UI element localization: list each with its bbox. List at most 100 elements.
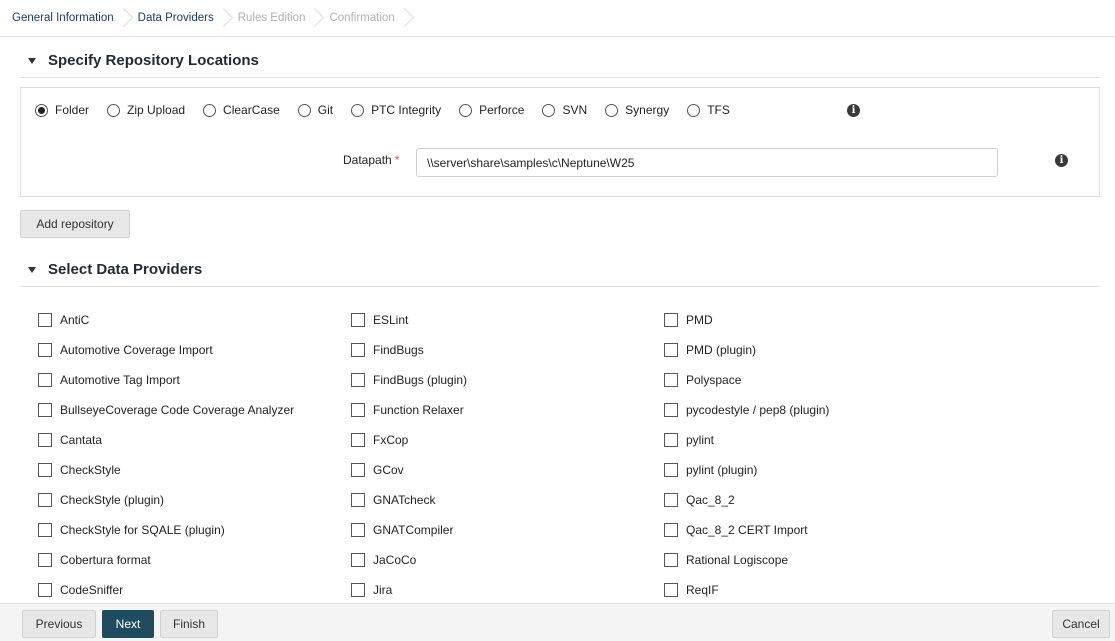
next-button[interactable]: Next: [102, 610, 154, 638]
provider-checkbox-item[interactable]: PMD: [664, 305, 829, 335]
providers-column-2: ESLint FindBugs FindBugs (plugin) Function …: [351, 305, 467, 605]
provider-checkbox-item[interactable]: Qac_8_2 CERT Import: [664, 515, 829, 545]
checkbox[interactable]: [664, 523, 678, 537]
checkbox[interactable]: [38, 583, 52, 597]
provider-label: pylint (plugin): [686, 463, 758, 477]
provider-checkbox-item[interactable]: pycodestyle / pep8 (plugin): [664, 395, 829, 425]
radio-label: Synergy: [625, 103, 670, 117]
provider-checkbox-item[interactable]: PMD (plugin): [664, 335, 829, 365]
provider-label: GNATCompiler: [373, 523, 454, 537]
provider-checkbox-item[interactable]: Qac_8_2: [664, 485, 829, 515]
checkbox[interactable]: [351, 553, 365, 567]
checkbox[interactable]: [351, 313, 365, 327]
checkbox[interactable]: [38, 373, 52, 387]
provider-checkbox-item[interactable]: FxCop: [351, 425, 467, 455]
provider-checkbox-item[interactable]: Cantata: [38, 425, 294, 455]
radio-tfs[interactable]: TFS: [687, 103, 730, 117]
datapath-info-icon[interactable]: i: [1055, 154, 1068, 167]
checkbox[interactable]: [351, 373, 365, 387]
wizard-footer: Previous Next Finish Cancel: [0, 603, 1115, 641]
datapath-input[interactable]: [416, 148, 998, 177]
checkbox[interactable]: [664, 583, 678, 597]
provider-checkbox-item[interactable]: Polyspace: [664, 365, 829, 395]
checkbox[interactable]: [351, 343, 365, 357]
provider-label: Rational Logiscope: [686, 553, 789, 567]
provider-checkbox-item[interactable]: GNATCompiler: [351, 515, 467, 545]
radio-synergy[interactable]: Synergy: [605, 103, 669, 117]
radio-ptc-integrity[interactable]: PTC Integrity: [351, 103, 441, 117]
chevron-right-icon: [218, 7, 228, 29]
provider-checkbox-item[interactable]: AntiC: [38, 305, 294, 335]
provider-checkbox-item[interactable]: Automotive Tag Import: [38, 365, 294, 395]
provider-label: AntiC: [60, 313, 90, 327]
provider-checkbox-item[interactable]: Jira: [351, 575, 467, 605]
info-icon[interactable]: i: [847, 104, 860, 117]
checkbox[interactable]: [38, 433, 52, 447]
radio-label: Zip Upload: [127, 103, 186, 117]
checkbox[interactable]: [664, 373, 678, 387]
radio-circle-icon: [605, 103, 619, 117]
radio-label: Git: [317, 103, 334, 117]
provider-checkbox-item[interactable]: Rational Logiscope: [664, 545, 829, 575]
radio-zip-upload[interactable]: Zip Upload: [107, 103, 185, 117]
checkbox[interactable]: [664, 313, 678, 327]
checkbox[interactable]: [664, 403, 678, 417]
radio-clearcase[interactable]: ClearCase: [203, 103, 280, 117]
provider-label: ReqIF: [686, 583, 719, 597]
datapath-label: Datapath *: [343, 153, 400, 167]
provider-checkbox-item[interactable]: FindBugs: [351, 335, 467, 365]
checkbox[interactable]: [38, 313, 52, 327]
finish-button[interactable]: Finish: [160, 610, 218, 638]
checkbox[interactable]: [351, 463, 365, 477]
provider-checkbox-item[interactable]: ReqIF: [664, 575, 829, 605]
checkbox[interactable]: [38, 463, 52, 477]
radio-folder[interactable]: Folder: [35, 103, 89, 117]
radio-label: TFS: [707, 103, 730, 117]
checkbox[interactable]: [38, 523, 52, 537]
provider-checkbox-item[interactable]: Cobertura format: [38, 545, 294, 575]
providers-section-header[interactable]: Select Data Providers: [28, 261, 202, 278]
provider-checkbox-item[interactable]: GNATcheck: [351, 485, 467, 515]
provider-checkbox-item[interactable]: CheckStyle for SQALE (plugin): [38, 515, 294, 545]
checkbox[interactable]: [38, 493, 52, 507]
add-repository-button[interactable]: Add repository: [20, 210, 130, 238]
provider-checkbox-item[interactable]: Function Relaxer: [351, 395, 467, 425]
checkbox[interactable]: [38, 403, 52, 417]
provider-checkbox-item[interactable]: JaCoCo: [351, 545, 467, 575]
breadcrumb-step-data-providers[interactable]: Data Providers: [132, 7, 232, 29]
provider-checkbox-item[interactable]: CheckStyle: [38, 455, 294, 485]
radio-circle-icon: [542, 103, 556, 117]
repo-section-header[interactable]: Specify Repository Locations: [28, 52, 259, 69]
checkbox[interactable]: [351, 523, 365, 537]
radio-svn[interactable]: SVN: [542, 103, 587, 117]
cancel-button[interactable]: Cancel: [1052, 610, 1110, 638]
checkbox[interactable]: [351, 403, 365, 417]
provider-checkbox-item[interactable]: ESLint: [351, 305, 467, 335]
checkbox[interactable]: [38, 553, 52, 567]
provider-checkbox-item[interactable]: Automotive Coverage Import: [38, 335, 294, 365]
provider-checkbox-item[interactable]: GCov: [351, 455, 467, 485]
checkbox[interactable]: [664, 553, 678, 567]
checkbox[interactable]: [664, 433, 678, 447]
checkbox[interactable]: [351, 493, 365, 507]
breadcrumb-step-general-information[interactable]: General Information: [6, 7, 132, 29]
provider-checkbox-item[interactable]: pylint (plugin): [664, 455, 829, 485]
checkbox[interactable]: [664, 463, 678, 477]
provider-label: CheckStyle: [60, 463, 121, 477]
radio-git[interactable]: Git: [297, 103, 334, 117]
providers-column-1: AntiC Automotive Coverage Import Automotiv…: [38, 305, 294, 605]
checkbox[interactable]: [664, 343, 678, 357]
provider-checkbox-item[interactable]: pylint: [664, 425, 829, 455]
checkbox[interactable]: [351, 433, 365, 447]
radio-label: SVN: [562, 103, 588, 117]
provider-checkbox-item[interactable]: BullseyeCoverage Code Coverage Analyzer: [38, 395, 294, 425]
previous-button[interactable]: Previous: [22, 610, 96, 638]
provider-checkbox-item[interactable]: FindBugs (plugin): [351, 365, 467, 395]
checkbox[interactable]: [38, 343, 52, 357]
radio-perforce[interactable]: Perforce: [459, 103, 524, 117]
checkbox[interactable]: [351, 583, 365, 597]
provider-checkbox-item[interactable]: CheckStyle (plugin): [38, 485, 294, 515]
provider-checkbox-item[interactable]: CodeSniffer: [38, 575, 294, 605]
provider-label: BullseyeCoverage Code Coverage Analyzer: [60, 403, 295, 417]
checkbox[interactable]: [664, 493, 678, 507]
